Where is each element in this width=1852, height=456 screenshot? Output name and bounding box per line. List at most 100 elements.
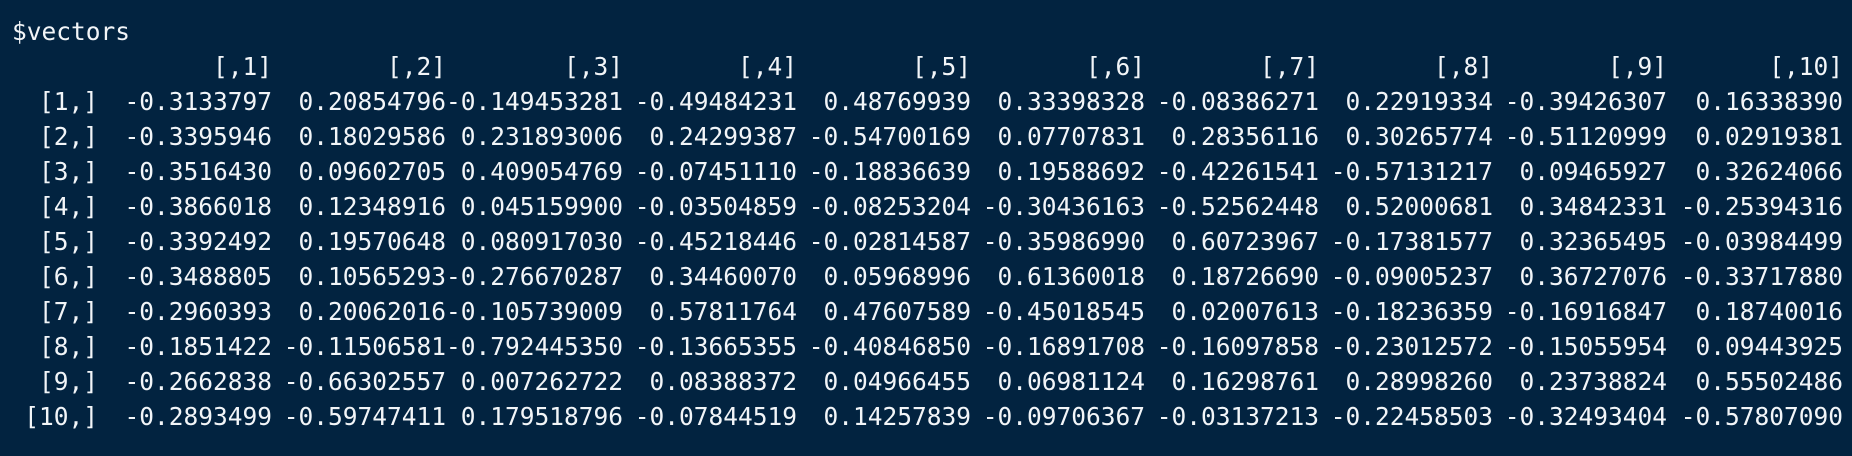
matrix-cell: 0.09602705 bbox=[298, 157, 446, 186]
row-label: [8,] bbox=[38, 332, 98, 361]
matrix-cell: -0.03137213 bbox=[1156, 402, 1320, 431]
matrix-cell: 0.10565293 bbox=[298, 262, 446, 291]
column-header: [,3] bbox=[564, 52, 624, 81]
matrix-cell: 0.34842331 bbox=[1519, 192, 1668, 221]
matrix-cell: 0.16298761 bbox=[1171, 367, 1320, 396]
matrix-cell: 0.34460070 bbox=[649, 262, 798, 291]
matrix-cell: -0.33717880 bbox=[1680, 262, 1844, 291]
row-label: [4,] bbox=[38, 192, 98, 221]
matrix-row: [1,] -0.3133797 0.20854796 -0.149453281 -0.4… bbox=[12, 84, 1843, 119]
matrix-cell: -0.40846850 bbox=[808, 332, 972, 361]
matrix-cell: -0.07844519 bbox=[634, 402, 798, 431]
matrix-row: [3,] -0.3516430 0.09602705 0.409054769 -0.07… bbox=[12, 154, 1843, 189]
matrix-cell: -0.03984499 bbox=[1680, 227, 1844, 256]
matrix-cell: 0.06981124 bbox=[997, 367, 1146, 396]
matrix-cell: 0.231893006 bbox=[460, 122, 624, 151]
column-header: [,8] bbox=[1434, 52, 1494, 81]
matrix-cell: -0.54700169 bbox=[808, 122, 972, 151]
list-element-name: $vectors bbox=[12, 17, 131, 46]
matrix-cell: -0.02814587 bbox=[808, 227, 972, 256]
matrix-cell: -0.18836639 bbox=[808, 157, 972, 186]
matrix-cell: -0.23012572 bbox=[1330, 332, 1494, 361]
matrix-cell: 0.409054769 bbox=[460, 157, 624, 186]
matrix-cell: -0.11506581 bbox=[283, 332, 446, 361]
matrix-cell: -0.39426307 bbox=[1504, 87, 1668, 116]
matrix-cell: -0.149453281 bbox=[446, 87, 624, 116]
matrix-row: [5,] -0.3392492 0.19570648 0.080917030 -0.45… bbox=[12, 224, 1843, 259]
matrix-cell: -0.15055954 bbox=[1504, 332, 1668, 361]
matrix-cell: 0.16338390 bbox=[1695, 87, 1844, 116]
matrix-cell: 0.09443925 bbox=[1695, 332, 1844, 361]
column-header: [,6] bbox=[1086, 52, 1146, 81]
column-header: [,1] bbox=[212, 52, 272, 81]
matrix-cell: -0.42261541 bbox=[1156, 157, 1320, 186]
matrix-cell: 0.18740016 bbox=[1695, 297, 1844, 326]
row-label: [9,] bbox=[38, 367, 98, 396]
matrix-cell: -0.09005237 bbox=[1330, 262, 1494, 291]
matrix-cell: 0.22919334 bbox=[1345, 87, 1494, 116]
matrix-cell: 0.02007613 bbox=[1171, 297, 1320, 326]
matrix-cell: 0.18726690 bbox=[1171, 262, 1320, 291]
matrix-cell: -0.25394316 bbox=[1680, 192, 1844, 221]
row-label: [2,] bbox=[38, 122, 98, 151]
matrix-cell: -0.45018545 bbox=[982, 297, 1146, 326]
matrix-cell: -0.3516430 bbox=[124, 157, 272, 186]
matrix-cell: -0.07451110 bbox=[634, 157, 798, 186]
matrix-cell: 0.18029586 bbox=[298, 122, 446, 151]
column-header: [,9] bbox=[1608, 52, 1668, 81]
matrix-cell: -0.57807090 bbox=[1680, 402, 1844, 431]
matrix-cell: 0.14257839 bbox=[823, 402, 972, 431]
matrix-cell: -0.51120999 bbox=[1504, 122, 1668, 151]
matrix-cell: -0.2893499 bbox=[124, 402, 272, 431]
matrix-cell: 0.02919381 bbox=[1695, 122, 1844, 151]
matrix-cell: 0.07707831 bbox=[997, 122, 1146, 151]
column-header: [,7] bbox=[1260, 52, 1320, 81]
matrix-cell: -0.3395946 bbox=[124, 122, 272, 151]
matrix-row: [8,] -0.1851422 -0.11506581 -0.792445350 -0.… bbox=[12, 329, 1843, 364]
matrix-cell: 0.23738824 bbox=[1519, 367, 1668, 396]
matrix-cell: -0.08386271 bbox=[1156, 87, 1320, 116]
matrix-cell: -0.3133797 bbox=[124, 87, 272, 116]
matrix-cell: -0.49484231 bbox=[634, 87, 798, 116]
row-label: [7,] bbox=[38, 297, 98, 326]
row-label: [3,] bbox=[38, 157, 98, 186]
matrix-cell: 0.30265774 bbox=[1345, 122, 1494, 151]
row-label: [5,] bbox=[38, 227, 98, 256]
matrix-cell: 0.60723967 bbox=[1171, 227, 1320, 256]
matrix-cell: 0.19570648 bbox=[298, 227, 446, 256]
matrix-cell: -0.66302557 bbox=[283, 367, 446, 396]
matrix-cell: 0.48769939 bbox=[823, 87, 972, 116]
matrix-cell: -0.3392492 bbox=[124, 227, 272, 256]
matrix-cell: 0.32365495 bbox=[1519, 227, 1668, 256]
matrix-cell: 0.09465927 bbox=[1519, 157, 1668, 186]
matrix-cell: -0.22458503 bbox=[1330, 402, 1494, 431]
matrix-cell: -0.52562448 bbox=[1156, 192, 1320, 221]
matrix-cell: -0.03504859 bbox=[634, 192, 798, 221]
matrix-cell: -0.57131217 bbox=[1330, 157, 1494, 186]
row-label: [6,] bbox=[38, 262, 98, 291]
matrix-cell: -0.13665355 bbox=[634, 332, 798, 361]
matrix-row: [6,] -0.3488805 0.10565293 -0.276670287 0.34… bbox=[12, 259, 1843, 294]
matrix-cell: 0.045159900 bbox=[460, 192, 624, 221]
matrix-cell: -0.792445350 bbox=[446, 332, 624, 361]
matrix-cell: 0.47607589 bbox=[823, 297, 972, 326]
matrix-cell: 0.04966455 bbox=[823, 367, 972, 396]
matrix-cell: 0.080917030 bbox=[460, 227, 624, 256]
matrix-cell: -0.276670287 bbox=[446, 262, 624, 291]
matrix-row: [4,] -0.3866018 0.12348916 0.045159900 -0.03… bbox=[12, 189, 1843, 224]
matrix-cell: -0.16891708 bbox=[982, 332, 1146, 361]
matrix-cell: 0.08388372 bbox=[649, 367, 798, 396]
row-label: [10,] bbox=[24, 402, 98, 431]
matrix-cell: -0.2662838 bbox=[124, 367, 272, 396]
matrix-corner bbox=[12, 49, 98, 84]
matrix-cell: 0.20062016 bbox=[298, 297, 446, 326]
matrix-cell: -0.2960393 bbox=[124, 297, 272, 326]
matrix-header-row: [,1] [,2] [,3] [,4] [,5] [,6] [,7] [,8] … bbox=[12, 49, 1843, 84]
matrix-cell: -0.30436163 bbox=[982, 192, 1146, 221]
column-header: [,5] bbox=[912, 52, 972, 81]
matrix-cell: -0.16916847 bbox=[1504, 297, 1668, 326]
matrix-cell: 0.179518796 bbox=[460, 402, 624, 431]
matrix-cell: 0.52000681 bbox=[1345, 192, 1494, 221]
matrix-cell: -0.32493404 bbox=[1504, 402, 1668, 431]
matrix-cell: -0.17381577 bbox=[1330, 227, 1494, 256]
